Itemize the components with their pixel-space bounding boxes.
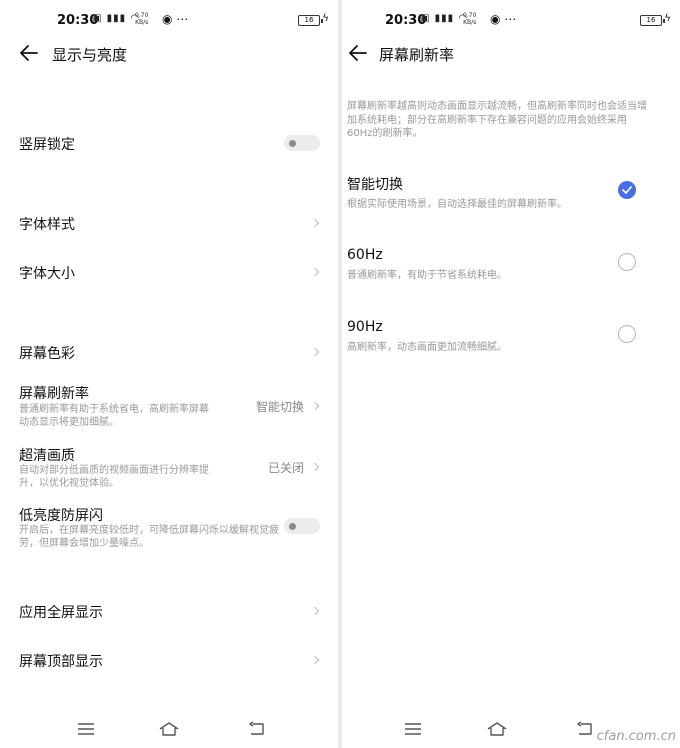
back-arrow-icon[interactable] <box>347 42 369 64</box>
chevron-right-icon <box>310 655 320 665</box>
charging-icon: ϟ <box>322 13 329 24</box>
anti-flicker-row[interactable]: 低亮度防屏闪 开启后，在屏幕亮度较低时，可降低屏幕闪烁以缓解视觉疲劳，但屏幕会增… <box>0 502 338 557</box>
top-display-row[interactable]: 屏幕顶部显示 <box>0 641 338 681</box>
chevron-right-icon <box>310 267 320 277</box>
option-label: 60Hz <box>347 247 383 263</box>
option-desc: 普通刷新率，有助于节省系统耗电。 <box>347 270 507 281</box>
portrait-lock-row[interactable]: 竖屏锁定 <box>0 124 338 164</box>
checkmark-icon <box>622 186 632 194</box>
option-desc: 根据实际使用场景，自动选择最佳的屏幕刷新率。 <box>347 199 567 210</box>
home-icon[interactable] <box>158 720 180 738</box>
page-title: 显示与亮度 <box>52 46 128 64</box>
refresh-rate-label: 屏幕刷新率 <box>19 386 89 402</box>
screen-color-label: 屏幕色彩 <box>19 346 75 362</box>
signal-wifi-icons: ▣ ▮▮▮ ◠ <box>420 13 469 24</box>
back-nav-icon[interactable] <box>574 720 596 738</box>
top-display-label: 屏幕顶部显示 <box>19 654 103 670</box>
screen-color-row[interactable]: 屏幕色彩 <box>0 333 338 373</box>
full-screen-apps-row[interactable]: 应用全屏显示 <box>0 592 338 632</box>
eye-icon: ◉ ⋯ <box>162 12 189 26</box>
chevron-right-icon <box>310 218 320 228</box>
font-size-label: 字体大小 <box>19 266 75 282</box>
status-bar: 20:30 ▣ ▮▮▮ ◠ 0.70 KB/s ◉ ⋯ 16 ϟ <box>0 12 338 30</box>
chevron-right-icon <box>310 606 320 616</box>
toggle-knob <box>289 139 296 147</box>
hd-quality-value: 已关闭 <box>267 461 304 475</box>
option-60hz[interactable]: 60Hz 普通刷新率，有助于节省系统耗电。 <box>342 245 680 295</box>
hd-quality-row[interactable]: 超清画质 自动对部分低画质的视频画面进行分辨率提升，以优化视觉体验。 已关闭 <box>0 442 338 497</box>
charging-icon: ϟ <box>664 13 671 24</box>
status-bar: 20:30 ▣ ▮▮▮ ◠ 0.70 KB/s ◉ ⋯ 16 ϟ <box>342 12 680 30</box>
battery-icon: 16 <box>640 15 665 26</box>
page-header: 显示与亮度 <box>0 40 338 68</box>
portrait-lock-toggle[interactable] <box>284 135 320 151</box>
refresh-rate-screen: 20:30 ▣ ▮▮▮ ◠ 0.70 KB/s ◉ ⋯ 16 ϟ 屏幕刷新率 屏幕… <box>342 0 680 748</box>
page-title: 屏幕刷新率 <box>379 46 455 64</box>
chevron-right-icon <box>310 347 320 357</box>
navigation-bar <box>0 708 338 748</box>
full-screen-apps-label: 应用全屏显示 <box>19 605 103 621</box>
refresh-rate-desc: 普通刷新率有助于系统省电，高刷新率屏幕动态显示将更加细腻。 <box>19 404 209 428</box>
radio-unchecked[interactable] <box>618 253 636 271</box>
signal-wifi-icons: ▣ ▮▮▮ ◠ <box>92 13 141 24</box>
chevron-right-icon <box>310 462 320 472</box>
network-speed: 0.70 KB/s <box>135 12 149 26</box>
toggle-knob <box>289 522 296 530</box>
display-brightness-screen: 20:30 ▣ ▮▮▮ ◠ 0.70 KB/s ◉ ⋯ 16 ϟ 显示与亮度 竖屏… <box>0 0 338 748</box>
hd-quality-desc: 自动对部分低画质的视频画面进行分辨率提升，以优化视觉体验。 <box>19 465 209 489</box>
portrait-lock-label: 竖屏锁定 <box>19 137 75 153</box>
radio-unchecked[interactable] <box>618 325 636 343</box>
option-90hz[interactable]: 90Hz 高刷新率，动态画面更加流畅细腻。 <box>342 317 680 367</box>
font-style-row[interactable]: 字体样式 <box>0 204 338 244</box>
font-size-row[interactable]: 字体大小 <box>0 253 338 293</box>
refresh-rate-value: 智能切换 <box>255 400 304 414</box>
back-nav-icon[interactable] <box>246 720 268 738</box>
chevron-right-icon <box>310 401 320 411</box>
home-icon[interactable] <box>486 720 508 738</box>
back-arrow-icon[interactable] <box>18 42 40 64</box>
page-header: 屏幕刷新率 <box>342 40 680 68</box>
anti-flicker-desc: 开启后，在屏幕亮度较低时，可降低屏幕闪烁以缓解视觉疲劳，但屏幕会增加少量噪点。 <box>19 525 279 549</box>
hd-quality-label: 超清画质 <box>19 448 75 464</box>
network-speed: 0.70 KB/s <box>463 12 477 26</box>
font-style-label: 字体样式 <box>19 217 75 233</box>
anti-flicker-label: 低亮度防屏闪 <box>19 508 103 524</box>
option-smart-switch[interactable]: 智能切换 根据实际使用场景，自动选择最佳的屏幕刷新率。 <box>342 172 680 222</box>
menu-icon[interactable] <box>75 720 97 738</box>
anti-flicker-toggle[interactable] <box>284 518 320 534</box>
eye-icon: ◉ ⋯ <box>490 12 517 26</box>
refresh-rate-intro: 屏幕刷新率越高则动态画面显示越流畅，但高刷新率同时也会适当增加系统耗电；部分在高… <box>347 101 647 139</box>
option-label: 90Hz <box>347 319 383 335</box>
refresh-rate-row[interactable]: 屏幕刷新率 普通刷新率有助于系统省电，高刷新率屏幕动态显示将更加细腻。 智能切换 <box>0 380 338 435</box>
menu-icon[interactable] <box>402 720 424 738</box>
radio-checked[interactable] <box>618 181 636 199</box>
watermark: cfan.com.cn <box>596 729 676 744</box>
battery-icon: 16 <box>298 15 323 26</box>
option-label: 智能切换 <box>347 177 403 193</box>
option-desc: 高刷新率，动态画面更加流畅细腻。 <box>347 342 507 353</box>
